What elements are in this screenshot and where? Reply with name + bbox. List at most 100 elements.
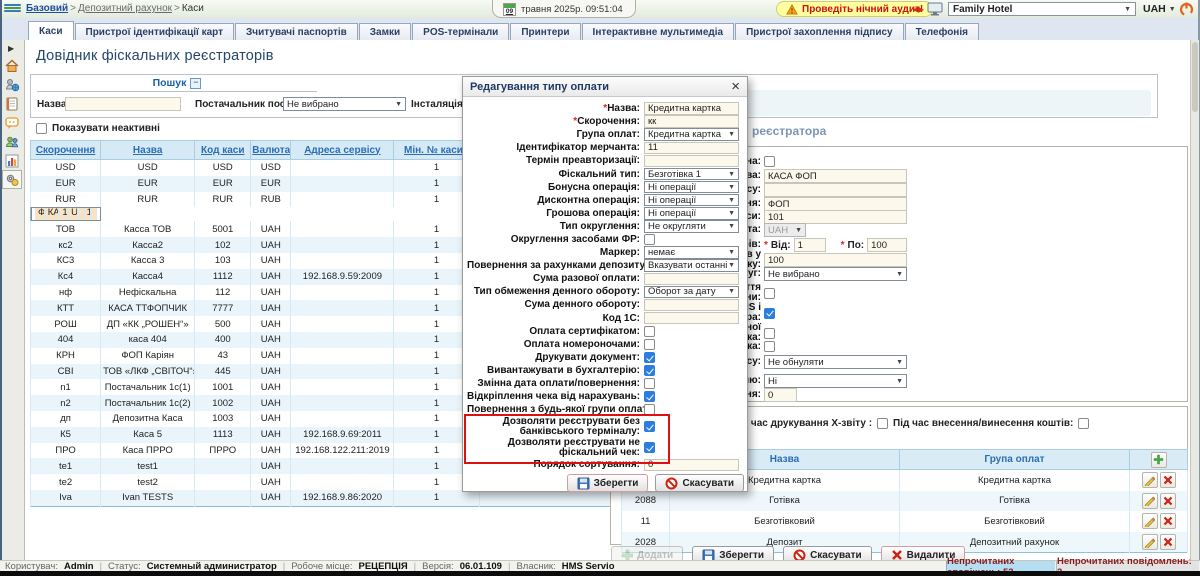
tab-1[interactable]: Каси [28, 21, 74, 40]
delete-button[interactable] [1160, 493, 1176, 509]
checkbox[interactable] [764, 288, 775, 299]
edit-button[interactable] [1142, 513, 1158, 529]
checkbox[interactable] [644, 339, 655, 350]
checkbox[interactable] [764, 341, 775, 352]
checkbox[interactable] [644, 352, 655, 363]
dropdown-select[interactable]: немає▼ [644, 246, 739, 259]
sidebar-item-journal[interactable] [2, 94, 22, 113]
sidebar-item-chart[interactable] [2, 151, 22, 170]
xreport-checkbox[interactable] [877, 418, 888, 429]
cashio-checkbox[interactable] [1078, 418, 1089, 429]
tab-7[interactable]: Інтерактивне мультимедіа [582, 23, 735, 40]
tab-8[interactable]: Пристрої захоплення підпису [735, 23, 904, 40]
dropdown-select[interactable]: Не обнуляти▼ [764, 355, 907, 369]
provider-filter-select[interactable]: Не вибрано ▼ [283, 97, 406, 111]
cell: EUR [195, 176, 251, 192]
checkbox[interactable] [764, 308, 775, 319]
dropdown-select[interactable]: Ні операції▼ [644, 207, 739, 220]
dropdown-select[interactable]: Кредитна картка▼ [644, 128, 739, 141]
sort-header[interactable]: Скорочення [31, 141, 101, 160]
text-input[interactable] [644, 155, 739, 168]
sidebar-item-home[interactable] [2, 56, 22, 75]
text-input[interactable] [644, 273, 739, 286]
tab-4[interactable]: Замки [359, 23, 411, 40]
tab-9[interactable]: Телефонія [905, 23, 979, 40]
text-input[interactable]: 100 [764, 253, 907, 267]
checkbox[interactable] [644, 421, 655, 432]
sort-header[interactable]: Адреса сервісу [291, 141, 394, 160]
text-input[interactable]: КАСА ФОП [764, 169, 907, 183]
scrollbar[interactable] [1190, 40, 1199, 560]
hotel-select[interactable]: Family Hotel ▼ [948, 2, 1136, 16]
checkbox[interactable] [644, 365, 655, 376]
text-input[interactable]: 11 [644, 142, 739, 155]
cell: Касса ТОВ [101, 221, 195, 237]
scrollbar-thumb[interactable] [1192, 42, 1198, 112]
sidebar-item-users[interactable] [2, 132, 22, 151]
add-payment-button[interactable] [1151, 452, 1167, 468]
checkbox[interactable] [644, 404, 655, 415]
table-row[interactable]: ФОПКАСА ФОП101UAH1 [31, 207, 101, 221]
field-control [644, 326, 741, 337]
show-inactive-checkbox[interactable] [36, 123, 47, 134]
delete-button[interactable] [1160, 513, 1176, 529]
dropdown-select[interactable]: UAH▼ [764, 223, 806, 237]
text-input[interactable] [764, 183, 907, 197]
checkbox[interactable] [644, 391, 655, 402]
name-filter-input[interactable] [65, 97, 181, 111]
search-tab-label[interactable]: Пошук [153, 77, 187, 89]
text-input[interactable]: 101 [764, 210, 907, 224]
delete-button[interactable] [1160, 472, 1176, 488]
edit-button[interactable] [1142, 534, 1158, 550]
dropdown-select[interactable]: Не вибрано▼ [764, 267, 907, 281]
text-input[interactable]: Кредитна картка [644, 102, 739, 115]
sort-header[interactable]: Валюта [251, 141, 291, 160]
sidebar-item-user-globe[interactable] [2, 75, 22, 94]
tab-2[interactable]: Пристрої ідентифікації карт [75, 23, 235, 40]
sidebar-item-chat[interactable] [2, 113, 22, 132]
checkbox[interactable] [644, 326, 655, 337]
text-input[interactable]: кк [644, 115, 739, 128]
tab-6[interactable]: Принтери [510, 23, 580, 40]
dropdown-select[interactable]: Ні операції▼ [644, 194, 739, 207]
edit-button[interactable] [1142, 472, 1158, 488]
checkbox[interactable] [644, 378, 655, 389]
date-display[interactable]: 09 травня 2025р. 09:51:04 [492, 0, 636, 18]
currency-select[interactable]: UAH ▼ [1143, 2, 1176, 16]
checkbox[interactable] [764, 328, 775, 339]
dropdown-select[interactable]: Безготівка 1▼ [644, 168, 739, 181]
text-input[interactable]: 0 [764, 388, 797, 402]
text-input[interactable]: 0 [644, 459, 739, 472]
payment-row[interactable]: 11БезготівковийБезготівковий [622, 511, 1188, 532]
payment-row[interactable]: 2088ГотівкаГотівка [622, 491, 1188, 512]
edit-button[interactable] [1142, 493, 1158, 509]
dropdown-select[interactable]: Не округляти▼ [644, 220, 739, 233]
delete-button[interactable] [1160, 534, 1176, 550]
collapse-icon[interactable]: − [190, 78, 201, 89]
dropdown-select[interactable]: Вказувати останній че▼ [644, 259, 739, 272]
checkbox[interactable] [644, 442, 655, 453]
dialog-cancel-button[interactable]: Скасувати [655, 474, 744, 492]
sort-header[interactable]: Код каси [195, 141, 251, 160]
checkbox[interactable] [644, 234, 655, 245]
tab-5[interactable]: POS-термінали [412, 23, 509, 40]
monitor-icon[interactable] [927, 2, 943, 19]
checkbox[interactable] [764, 156, 775, 167]
dialog-save-button[interactable]: Зберегти [567, 474, 649, 492]
menu-icon[interactable] [4, 3, 21, 15]
sidebar-expander-icon[interactable]: ▶ [8, 44, 14, 53]
sidebar-item-gears[interactable] [2, 170, 22, 189]
audit-warning[interactable]: Проведіть нічний аудит! [776, 1, 933, 17]
text-input[interactable]: ФОП [764, 197, 907, 211]
arrows-icon[interactable]: ◄▶ [911, 5, 923, 14]
text-input[interactable] [644, 299, 739, 312]
tab-3[interactable]: Зчитувачі паспортів [235, 23, 358, 40]
close-icon[interactable]: × [731, 81, 740, 93]
dropdown-select[interactable]: Оборот за дату▼ [644, 286, 739, 299]
text-input[interactable] [644, 312, 739, 325]
breadcrumb-item-2[interactable]: Депозитний рахунок [78, 3, 172, 14]
dropdown-select[interactable]: Ні▼ [764, 374, 907, 388]
sort-header[interactable]: Назва [101, 141, 195, 160]
dropdown-select[interactable]: Ні операції▼ [644, 181, 739, 194]
breadcrumb-item-1[interactable]: Базовий [26, 3, 68, 14]
